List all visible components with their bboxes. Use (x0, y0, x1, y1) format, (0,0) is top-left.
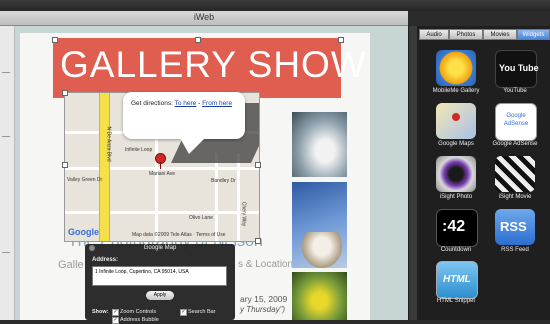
street-label: Valley Green Dr (67, 177, 103, 183)
selection-handle[interactable] (195, 37, 201, 43)
rss-glyph: RSS (500, 219, 527, 234)
directions-label: Get directions: (131, 100, 175, 107)
street-label: N De Anza Blvd (105, 126, 112, 162)
address-bubble-checkbox[interactable]: ✓ (112, 317, 119, 324)
widget-label: Google AdSense (492, 141, 538, 147)
gallery-text[interactable]: Galle (58, 259, 84, 271)
widget-label: RSS Feed (501, 247, 529, 253)
inspector-title: Google Map (143, 245, 177, 251)
selection-handle[interactable] (52, 37, 58, 43)
bubble-tail (180, 138, 205, 154)
show-label: Show: (92, 309, 109, 315)
html-glyph: HTML (443, 274, 471, 285)
isight-photo-icon[interactable] (436, 156, 476, 192)
search-bar-checkbox[interactable]: ✓ (180, 309, 187, 316)
mobileme-gallery-icon[interactable] (436, 50, 476, 86)
street-label: Mariani Ave (149, 171, 176, 177)
tab-widgets[interactable]: Widgets (517, 29, 550, 40)
apply-button[interactable]: Apply (146, 291, 174, 300)
from-here-link[interactable]: From here (202, 100, 232, 107)
zoom-controls-checkbox[interactable]: ✓ (112, 309, 119, 316)
page-title[interactable]: GALLERY SHOW (60, 44, 367, 86)
google-maps-icon[interactable] (436, 103, 476, 139)
window-title: iWeb (193, 12, 215, 22)
search-bar-label: Search Bar (188, 309, 216, 315)
address-field[interactable]: 1 Infinite Loop, Cupertino, CA 95014, US… (92, 266, 227, 286)
date-text[interactable]: ary 15, 2009 (240, 294, 287, 304)
photo-rock-detail (302, 232, 342, 268)
window-title-bar: iWeb (0, 11, 408, 26)
photo-yellow-flower[interactable] (292, 272, 347, 320)
youtube-icon[interactable]: You Tube (495, 50, 539, 88)
widget-label: HTML Snippet (436, 298, 476, 304)
location-text[interactable]: s & Location (238, 259, 293, 270)
tab-photos[interactable]: Photos (449, 29, 483, 40)
isight-movie-icon[interactable] (495, 156, 535, 192)
map-copyright: Map data ©2009 Tele Atlas · Terms of Use (132, 232, 226, 238)
system-menu-bar (0, 0, 550, 11)
street-label: Chery Way (240, 201, 247, 227)
selection-handle[interactable] (62, 162, 68, 168)
selection-handle[interactable] (255, 162, 261, 168)
zoom-controls-label: Zoom Controls (120, 309, 157, 315)
day-text[interactable]: y Thursday") (240, 305, 285, 314)
highway (99, 93, 110, 241)
to-here-link[interactable]: To here (175, 100, 197, 107)
youtube-glyph: You Tube (499, 63, 539, 73)
street-label: Bandley Dr (211, 178, 236, 184)
panel-divider[interactable] (409, 26, 417, 320)
rss-feed-icon[interactable]: RSS (495, 209, 535, 245)
adsense-glyph: Google AdSense (503, 113, 529, 127)
countdown-icon[interactable]: :42 (436, 209, 478, 247)
tab-audio[interactable]: Audio (419, 29, 449, 40)
tab-movies[interactable]: Movies (483, 29, 517, 40)
street-label: Infinite Loop (125, 147, 153, 153)
street-label: Olivo Lane (189, 215, 213, 221)
countdown-glyph: :42 (442, 218, 466, 235)
widget-label: YouTube (503, 88, 527, 94)
photo-snow-rocks[interactable] (292, 112, 347, 177)
selection-handle[interactable] (62, 90, 68, 96)
address-bubble-label: Address Bubble (120, 317, 159, 323)
address-label: Address: (92, 257, 119, 263)
left-sidebar-edge[interactable] (0, 26, 15, 320)
html-snippet-icon[interactable]: HTML (436, 261, 478, 299)
google-adsense-icon[interactable]: Google AdSense (495, 103, 537, 141)
selection-handle[interactable] (338, 37, 344, 43)
google-logo: Google (68, 227, 99, 237)
map-pin-stem (160, 162, 161, 169)
widget-label: iSight Movie (498, 194, 532, 200)
directions-text: Get directions: To here - From here (131, 100, 232, 107)
selection-handle[interactable] (255, 238, 261, 244)
